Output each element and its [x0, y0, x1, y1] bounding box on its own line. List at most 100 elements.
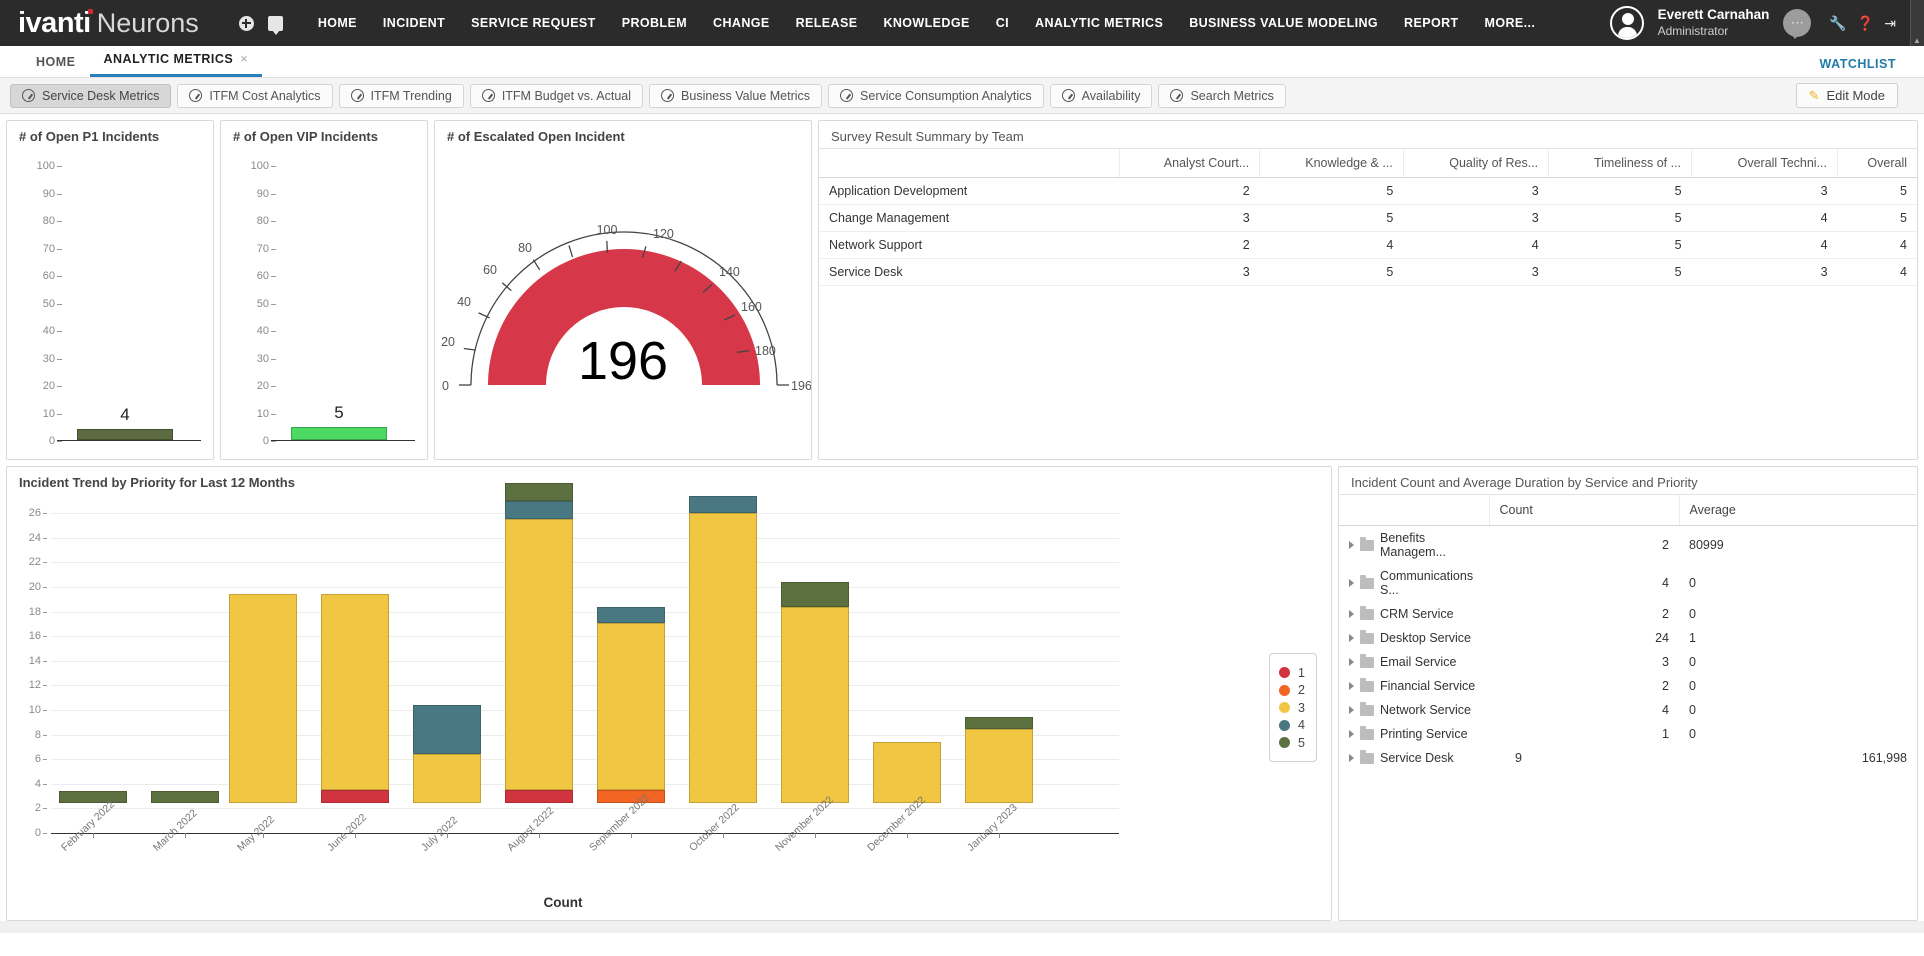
avatar[interactable] [1610, 6, 1644, 40]
feedback-icon[interactable] [268, 16, 283, 31]
widget-open-vip-incidents[interactable]: # of Open VIP Incidents 100 90 80 70 60 … [220, 120, 428, 460]
widget-incident-count-by-service[interactable]: Incident Count and Average Duration by S… [1338, 466, 1918, 921]
table-row[interactable]: Network Support 2 4 4 5 4 4 [819, 232, 1917, 259]
stacked-bar[interactable] [59, 791, 127, 803]
stacked-bar[interactable] [151, 791, 219, 803]
stacked-bar[interactable] [321, 594, 389, 803]
metric-button-search-metrics[interactable]: Search Metrics [1158, 84, 1285, 108]
table-row[interactable]: Printing Service 1 0 [1339, 722, 1917, 746]
table-row[interactable]: Network Service 4 0 [1339, 698, 1917, 722]
widget-open-p1-incidents[interactable]: # of Open P1 Incidents 100 90 80 70 60 5… [6, 120, 214, 460]
table-row[interactable]: Service Desk 9 161,998 [1339, 746, 1917, 770]
bar-segment-p5[interactable] [965, 717, 1033, 729]
expand-caret-icon[interactable] [1349, 579, 1354, 587]
bar-segment-p3[interactable] [781, 607, 849, 803]
expand-caret-icon[interactable] [1349, 541, 1354, 549]
table-row[interactable]: Email Service 3 0 [1339, 650, 1917, 674]
stacked-bar[interactable] [413, 705, 481, 803]
col-team[interactable] [819, 149, 1119, 178]
metric-button-itfm-budget-vs-actual[interactable]: ITFM Budget vs. Actual [470, 84, 643, 108]
edit-mode-button[interactable]: ✎ Edit Mode [1796, 83, 1898, 108]
table-row[interactable]: Desktop Service 24 1 [1339, 626, 1917, 650]
legend-item[interactable]: 5 [1279, 736, 1305, 750]
bar-segment-p1[interactable] [505, 790, 573, 803]
page-scrollbar-top[interactable] [1910, 0, 1924, 46]
col-count[interactable]: Count [1489, 495, 1679, 526]
nav-link-change[interactable]: CHANGE [700, 16, 783, 30]
logout-icon[interactable]: ⇥ [1884, 16, 1896, 30]
bar-vip[interactable] [291, 427, 387, 440]
add-icon[interactable] [239, 16, 254, 31]
app-logo[interactable]: ivanti Neurons [18, 7, 199, 40]
metric-button-service-consumption-analytics[interactable]: Service Consumption Analytics [828, 84, 1044, 108]
bar-segment-p1[interactable] [321, 790, 389, 803]
table-row[interactable]: CRM Service 2 0 [1339, 602, 1917, 626]
bar-segment-p5[interactable] [151, 791, 219, 803]
widget-incident-trend[interactable]: Incident Trend by Priority for Last 12 M… [6, 466, 1332, 921]
nav-link-more[interactable]: MORE... [1472, 16, 1549, 30]
table-row[interactable]: Change Management 3 5 3 5 4 5 [819, 205, 1917, 232]
help-icon[interactable]: ❓ [1857, 16, 1874, 30]
chat-icon[interactable]: ⋯ [1783, 9, 1811, 37]
bar-segment-p3[interactable] [321, 594, 389, 790]
table-row[interactable]: Application Development 2 5 3 5 3 5 [819, 178, 1917, 205]
metric-button-itfm-cost-analytics[interactable]: ITFM Cost Analytics [177, 84, 332, 108]
bar-segment-p3[interactable] [965, 729, 1033, 803]
bar-segment-p4[interactable] [505, 501, 573, 519]
tab-home[interactable]: HOME [22, 55, 90, 77]
nav-link-knowledge[interactable]: KNOWLEDGE [870, 16, 982, 30]
stacked-bar[interactable] [965, 717, 1033, 803]
bar-segment-p3[interactable] [873, 742, 941, 803]
bar-segment-p3[interactable] [229, 594, 297, 803]
nav-link-business-value-modeling[interactable]: BUSINESS VALUE MODELING [1176, 16, 1391, 30]
metric-button-availability[interactable]: Availability [1050, 84, 1153, 108]
bar-segment-p3[interactable] [597, 623, 665, 790]
expand-caret-icon[interactable] [1349, 706, 1354, 714]
table-row[interactable]: Service Desk 3 5 3 5 3 4 [819, 259, 1917, 286]
expand-caret-icon[interactable] [1349, 610, 1354, 618]
table-row[interactable]: Communications S... 4 0 [1339, 564, 1917, 602]
stacked-bar[interactable] [689, 496, 757, 803]
close-icon[interactable]: × [240, 51, 248, 66]
legend-item[interactable]: 2 [1279, 683, 1305, 697]
col-service[interactable] [1339, 495, 1489, 526]
legend-item[interactable]: 1 [1279, 666, 1305, 680]
expand-caret-icon[interactable] [1349, 634, 1354, 642]
bar-segment-p4[interactable] [413, 705, 481, 754]
bar-segment-p3[interactable] [505, 519, 573, 790]
stacked-bar[interactable] [873, 742, 941, 803]
col-knowledge[interactable]: Knowledge & ... [1260, 149, 1404, 178]
col-quality-of-resolution[interactable]: Quality of Res... [1403, 149, 1548, 178]
bar-segment-p3[interactable] [413, 754, 481, 803]
bar-segment-p4[interactable] [689, 496, 757, 513]
bar-segment-p5[interactable] [505, 483, 573, 501]
bar-segment-p5[interactable] [59, 791, 127, 803]
nav-link-service-request[interactable]: SERVICE REQUEST [458, 16, 609, 30]
tab-analytic-metrics[interactable]: ANALYTIC METRICS× [90, 51, 263, 77]
col-average[interactable]: Average [1679, 495, 1917, 526]
widget-survey-result-summary[interactable]: Survey Result Summary by Team Analyst Co… [818, 120, 1918, 460]
nav-link-problem[interactable]: PROBLEM [609, 16, 700, 30]
stacked-bar[interactable] [229, 594, 297, 803]
bar-segment-p3[interactable] [689, 513, 757, 803]
table-row[interactable]: Financial Service 2 0 [1339, 674, 1917, 698]
expand-caret-icon[interactable] [1349, 754, 1354, 762]
legend-item[interactable]: 3 [1279, 701, 1305, 715]
col-overall-technical[interactable]: Overall Techni... [1692, 149, 1838, 178]
bar-segment-p2[interactable] [597, 790, 665, 803]
metric-button-itfm-trending[interactable]: ITFM Trending [339, 84, 464, 108]
wrench-icon[interactable]: 🔧 [1829, 16, 1846, 30]
stacked-bar[interactable] [505, 483, 573, 803]
nav-link-ci[interactable]: CI [983, 16, 1022, 30]
expand-caret-icon[interactable] [1349, 682, 1354, 690]
expand-caret-icon[interactable] [1349, 730, 1354, 738]
bar-segment-p5[interactable] [781, 582, 849, 607]
widget-escalated-open-incident[interactable]: # of Escalated Open Incident [434, 120, 812, 460]
stacked-bar[interactable] [781, 582, 849, 803]
table-row[interactable]: Benefits Managem... 2 80999 [1339, 526, 1917, 565]
stacked-bar[interactable] [597, 607, 665, 803]
col-analyst-courtesy[interactable]: Analyst Court... [1119, 149, 1260, 178]
nav-link-report[interactable]: REPORT [1391, 16, 1472, 30]
metric-button-service-desk-metrics[interactable]: Service Desk Metrics [10, 84, 171, 108]
legend-item[interactable]: 4 [1279, 718, 1305, 732]
